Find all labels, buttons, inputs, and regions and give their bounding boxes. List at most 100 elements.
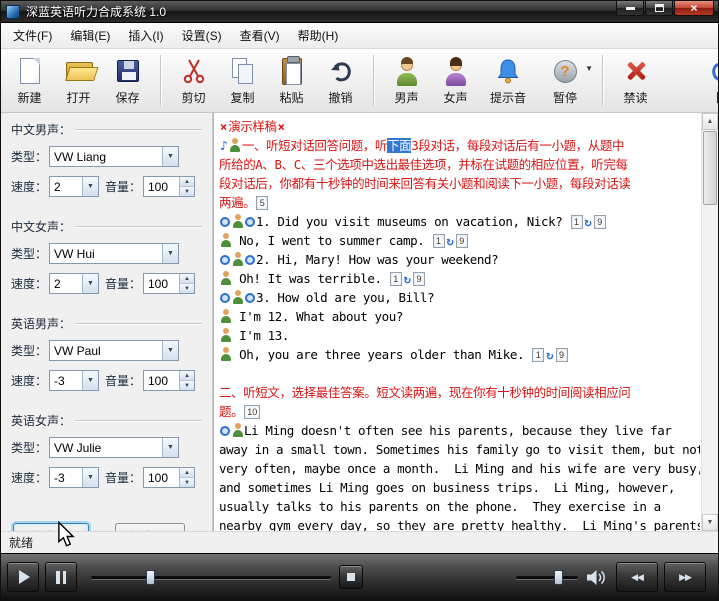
volume-track: [516, 576, 578, 579]
scroll-up-icon[interactable]: ▲: [702, 113, 718, 130]
english-female-voice-speed-select[interactable]: -3 ▼: [49, 467, 99, 488]
forbid-reading-button[interactable]: 禁读: [611, 51, 660, 110]
chevron-down-icon[interactable]: ▼: [82, 177, 98, 196]
editor-line: usually talks to his parents on the phon…: [219, 497, 700, 516]
progress-thumb[interactable]: [146, 570, 155, 585]
type-label: 类型：: [11, 439, 49, 456]
spin-down-icon[interactable]: ▼: [180, 186, 194, 196]
combo-value: 2: [50, 177, 82, 196]
editor-text: very often, maybe once a month. Li Ming …: [219, 461, 700, 476]
editor-scrollbar[interactable]: ▲ ▼: [701, 113, 718, 531]
sound-icon: [245, 293, 255, 303]
english-male-voice-type-select[interactable]: VW Paul ▼: [49, 340, 179, 361]
combo-value: VW Julie: [50, 438, 162, 457]
maximize-button[interactable]: [645, 1, 673, 16]
copy-button[interactable]: 复制: [218, 51, 267, 110]
chinese-female-voice-type-select[interactable]: VW Hui ▼: [49, 243, 179, 264]
chevron-down-icon[interactable]: ▼: [162, 438, 178, 457]
new-button[interactable]: 新建: [5, 51, 54, 110]
menu-settings[interactable]: 设置(S): [173, 23, 231, 48]
english-female-voice-volume-input[interactable]: 100 ▲▼: [143, 467, 195, 488]
menu-edit[interactable]: 编辑(E): [61, 23, 119, 48]
english-male-voice-volume-input[interactable]: 100 ▲▼: [143, 370, 195, 391]
english-male-voice-speed-select[interactable]: -3 ▼: [49, 370, 99, 391]
stop-media-button[interactable]: [339, 565, 363, 589]
chevron-down-icon[interactable]: ▼: [82, 468, 98, 487]
editor-line: I'm 12. What about you?: [219, 307, 700, 326]
spin-up-icon[interactable]: ▲: [180, 468, 194, 477]
pause-reading-button[interactable]: ? ▼ 暂停: [536, 51, 594, 110]
voice-group-english-female: 英语女声： 类型： VW Julie ▼ 速度： -3 ▼ 音量：: [11, 412, 202, 497]
scrollbar-thumb[interactable]: [703, 131, 717, 205]
play-button[interactable]: [7, 562, 39, 592]
volume-thumb[interactable]: [554, 570, 563, 585]
chinese-female-voice-speed-select[interactable]: 2 ▼: [49, 273, 99, 294]
spin-up-icon[interactable]: ▲: [180, 177, 194, 186]
undo-button[interactable]: 撤销: [316, 51, 365, 110]
group-title: 中文男声：: [11, 121, 71, 138]
sound-icon: [220, 293, 230, 303]
chevron-down-icon[interactable]: ▼: [162, 341, 178, 360]
menu-view[interactable]: 查看(V): [231, 23, 289, 48]
editor-line: and sometimes Li Ming goes on business t…: [219, 478, 700, 497]
pause-marker-badge: 1: [571, 215, 583, 229]
chevron-down-icon[interactable]: ▼: [162, 244, 178, 263]
menu-insert[interactable]: 插入(I): [119, 23, 172, 48]
menu-file[interactable]: 文件(F): [4, 23, 61, 48]
save-button[interactable]: 保存: [103, 51, 152, 110]
female-voice-button[interactable]: 女声: [431, 51, 480, 110]
spin-down-icon[interactable]: ▼: [180, 283, 194, 293]
chinese-male-voice-type-select[interactable]: VW Liang ▼: [49, 146, 179, 167]
progress-slider[interactable]: [91, 562, 331, 592]
voice-settings-panel: 中文男声： 类型： VW Liang ▼ 速度： 2 ▼ 音量：: [1, 113, 213, 531]
scroll-down-icon[interactable]: ▼: [702, 514, 718, 531]
editor-text: usually talks to his parents on the phon…: [219, 499, 661, 514]
chevron-down-icon[interactable]: ▼: [82, 371, 98, 390]
forward-button[interactable]: ▶▶: [664, 562, 706, 592]
spin-up-icon[interactable]: ▲: [180, 371, 194, 380]
spin-up-icon[interactable]: ▲: [180, 274, 194, 283]
chevron-down-icon[interactable]: ▼: [82, 274, 98, 293]
pause-marker-badge: 1: [433, 234, 445, 248]
chevron-down-icon[interactable]: ▼: [162, 147, 178, 166]
chinese-male-voice-volume-input[interactable]: 100 ▲▼: [143, 176, 195, 197]
close-button[interactable]: ×: [674, 1, 714, 16]
menu-help[interactable]: 帮助(H): [289, 23, 348, 48]
editor-text: I'm 12. What about you?: [232, 309, 410, 324]
menubar: 文件(F) 编辑(E) 插入(I) 设置(S) 查看(V) 帮助(H): [1, 23, 718, 49]
pause-marker-badge: 9: [594, 215, 606, 229]
alert-tone-button[interactable]: 提示音: [480, 51, 536, 110]
volume-label: 音量：: [105, 372, 143, 389]
return-button[interactable]: 回: [692, 51, 718, 110]
editor-text: 3. How old are you, Bill?: [256, 290, 441, 305]
rewind-button[interactable]: ◀◀: [616, 562, 658, 592]
paste-button[interactable]: 粘贴: [267, 51, 316, 110]
chinese-male-voice-speed-select[interactable]: 2 ▼: [49, 176, 99, 197]
volume-slider[interactable]: [516, 562, 578, 592]
undo-arrow-icon: [322, 55, 360, 87]
spin-down-icon[interactable]: ▼: [180, 477, 194, 487]
editor-text: 2. Hi, Mary! How was your weekend?: [256, 252, 505, 267]
editor-text: 题。: [219, 404, 243, 419]
media-pause-button[interactable]: [45, 562, 77, 592]
chinese-female-voice-volume-input[interactable]: 100 ▲▼: [143, 273, 195, 294]
sound-icon: [245, 255, 255, 265]
editor-text: I'm 13.: [232, 328, 296, 343]
spin-down-icon[interactable]: ▼: [180, 380, 194, 390]
editor-text: Li Ming doesn't often see his parents, b…: [244, 423, 672, 438]
pause-dropdown-arrow-icon[interactable]: ▼: [585, 64, 593, 73]
editor-text: 演示样稿: [228, 119, 276, 134]
selected-text: 下面: [387, 138, 411, 153]
english-female-voice-type-select[interactable]: VW Julie ▼: [49, 437, 179, 458]
cut-button[interactable]: 剪切: [169, 51, 218, 110]
minimize-button[interactable]: [616, 1, 644, 16]
editor-text: Oh! It was terrible.: [232, 271, 389, 286]
editor-content[interactable]: ×演示样稿×♪一、听短对话回答问题，听下面3段对话，每段对话后有一小题，从题中所…: [214, 113, 701, 531]
pause-marker-badge: 5: [256, 196, 268, 210]
repeat-icon: ↻: [404, 270, 411, 288]
person-icon: [232, 252, 243, 266]
editor-text: No, I went to summer camp.: [232, 233, 432, 248]
paste-clipboard-icon: [273, 55, 311, 87]
open-button[interactable]: 打开: [54, 51, 103, 110]
male-voice-button[interactable]: 男声: [382, 51, 431, 110]
